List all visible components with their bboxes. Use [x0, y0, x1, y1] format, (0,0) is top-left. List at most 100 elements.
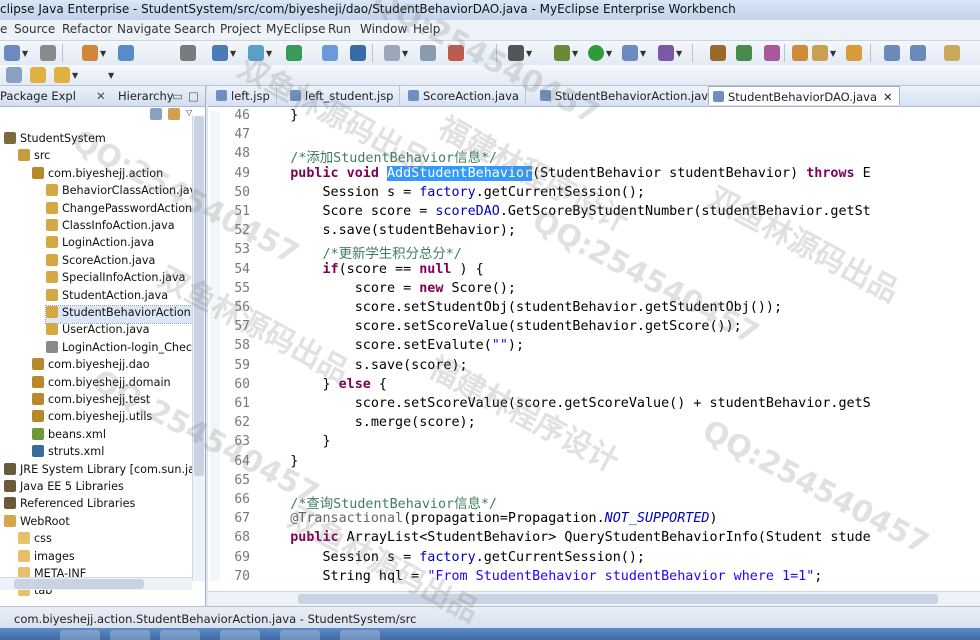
- console-icon[interactable]: [508, 45, 524, 61]
- taskbar-button[interactable]: [340, 630, 380, 640]
- tree-item[interactable]: StudentSystem: [4, 132, 106, 149]
- editor-tab[interactable]: left.jsp: [212, 86, 277, 105]
- code-line[interactable]: }: [258, 434, 330, 449]
- tree-item[interactable]: JRE System Library [com.sun.jav: [4, 462, 202, 480]
- code-line[interactable]: /*添加StudentBehavior信息*/: [258, 146, 497, 166]
- menu-help[interactable]: Help: [413, 22, 440, 36]
- new-server-icon[interactable]: [764, 45, 780, 61]
- new-wizard-icon[interactable]: [82, 45, 98, 61]
- maximize-icon[interactable]: □: [188, 89, 199, 103]
- tab-package-explorer[interactable]: Package Expl: [0, 89, 76, 103]
- tree-item[interactable]: LoginAction-login_Check: [46, 340, 199, 358]
- chevron-down-icon[interactable]: ▼: [100, 49, 106, 58]
- scrollbar[interactable]: [192, 116, 205, 581]
- tree-item[interactable]: com.biyeshejj.utils: [32, 410, 152, 427]
- tree-item[interactable]: LoginAction.java: [46, 236, 154, 253]
- new-icon[interactable]: [4, 45, 20, 61]
- tree-item[interactable]: Java EE 5 Libraries: [4, 480, 124, 497]
- tree-item[interactable]: com.biyeshejj.action: [32, 166, 163, 184]
- chevron-down-icon[interactable]: ▼: [640, 49, 646, 58]
- chevron-down-icon[interactable]: ▼: [526, 49, 532, 58]
- scrollbar-thumb[interactable]: [14, 579, 144, 589]
- chevron-down-icon[interactable]: ▼: [606, 49, 612, 58]
- menu-myeclipse[interactable]: MyEclipse: [266, 22, 326, 36]
- taskbar-button[interactable]: [220, 630, 260, 640]
- chevron-down-icon[interactable]: ▼: [402, 49, 408, 58]
- tree-item[interactable]: src: [18, 149, 50, 166]
- code-line[interactable]: s.save(studentBehavior);: [258, 223, 516, 238]
- code-line[interactable]: public ArrayList<StudentBehavior> QueryS…: [258, 530, 870, 545]
- link-with-editor-icon[interactable]: [168, 108, 180, 120]
- code-line[interactable]: score.setScoreValue(studentBehavior.getS…: [258, 319, 742, 334]
- tree-item[interactable]: UserAction.java: [46, 323, 150, 340]
- chevron-down-icon[interactable]: ▼: [230, 49, 236, 58]
- code-line[interactable]: score.setStudentObj(studentBehavior.getS…: [258, 300, 782, 315]
- tab-hierarchy[interactable]: Hierarchy: [118, 89, 174, 103]
- code-line[interactable]: s.merge(score);: [258, 415, 476, 430]
- bookmark-icon[interactable]: [846, 45, 862, 61]
- code-line[interactable]: Session s = factory.getCurrentSession();: [258, 185, 645, 200]
- server-icon[interactable]: [180, 45, 196, 61]
- browser-icon[interactable]: [286, 45, 302, 61]
- debug-icon[interactable]: [554, 45, 570, 61]
- tree-item[interactable]: struts.xml: [32, 445, 104, 462]
- chevron-down-icon[interactable]: ▼: [22, 49, 28, 58]
- chevron-down-icon[interactable]: ▼: [830, 49, 836, 58]
- tree-item[interactable]: BehaviorClassAction.java: [46, 184, 203, 201]
- code-line[interactable]: Score score = scoreDAO.GetScoreByStudent…: [258, 204, 870, 219]
- last-edit-icon[interactable]: [944, 45, 960, 61]
- tree-item[interactable]: com.biyeshejj.dao: [32, 358, 150, 375]
- external-tools-icon[interactable]: [622, 45, 638, 61]
- editor-tab[interactable]: StudentBehaviorAction.java: [536, 86, 723, 105]
- menu-source[interactable]: Source: [14, 22, 55, 36]
- collapse-all-icon[interactable]: [150, 108, 162, 120]
- code-line[interactable]: } else {: [258, 377, 387, 392]
- editor-tab[interactable]: left_student.jsp: [286, 86, 401, 105]
- save-icon[interactable]: [40, 45, 56, 61]
- code-line[interactable]: score = new Score();: [258, 281, 516, 296]
- deploy-icon[interactable]: [212, 45, 228, 61]
- chevron-down-icon[interactable]: ▼: [676, 49, 682, 58]
- chevron-down-icon[interactable]: ▼: [108, 71, 114, 80]
- back-arrow-icon[interactable]: [30, 67, 46, 83]
- taskbar-button[interactable]: [60, 630, 100, 640]
- code-line[interactable]: @Transactional(propagation=Propagation.N…: [258, 511, 717, 526]
- link-icon[interactable]: [322, 45, 338, 61]
- editor-tab[interactable]: StudentBehaviorDAO.java ✕: [708, 86, 900, 105]
- annotation-next-icon[interactable]: [6, 67, 22, 83]
- tree-item[interactable]: StudentAction.java: [46, 288, 168, 306]
- chevron-down-icon[interactable]: ▼: [572, 49, 578, 58]
- tree-item[interactable]: WebRoot: [4, 514, 70, 532]
- tree-item[interactable]: com.biyeshejj.domain: [32, 375, 171, 393]
- editor-tab[interactable]: ScoreAction.java: [404, 86, 526, 105]
- code-line[interactable]: /*更新学生积分总分*/: [258, 242, 462, 262]
- web-icon[interactable]: [248, 45, 264, 61]
- editor-horizontal-scrollbar[interactable]: [208, 591, 980, 606]
- code-line[interactable]: }: [258, 108, 298, 123]
- code-line[interactable]: Session s = factory.getCurrentSession();: [258, 550, 645, 565]
- menu-refactor[interactable]: Refactor: [62, 22, 112, 36]
- back-icon[interactable]: [884, 45, 900, 61]
- menu-search[interactable]: Search: [174, 22, 215, 36]
- tree-item[interactable]: SpecialInfoAction.java: [46, 271, 186, 288]
- scrollbar-thumb[interactable]: [298, 594, 938, 604]
- new-package-icon[interactable]: [736, 45, 752, 61]
- open-perspective-icon[interactable]: [792, 45, 808, 61]
- forward-arrow-icon[interactable]: [54, 67, 70, 83]
- open-type-icon[interactable]: [118, 45, 134, 61]
- taskbar-button[interactable]: [280, 630, 320, 640]
- pin-icon[interactable]: [812, 45, 828, 61]
- sitemap-icon[interactable]: [420, 45, 436, 61]
- chevron-down-icon[interactable]: ▼: [266, 49, 272, 58]
- chevron-down-icon[interactable]: ▼: [72, 71, 78, 80]
- code-editor[interactable]: left.jsp left_student.jsp ScoreAction.java…: [208, 86, 980, 606]
- menu-project[interactable]: Project: [220, 22, 261, 36]
- tree-item[interactable]: StudentBehaviorAction.ja: [44, 305, 206, 324]
- code-line[interactable]: score.setEvalute("");: [258, 338, 524, 353]
- new-class-icon[interactable]: [710, 45, 726, 61]
- code-line[interactable]: public void AddStudentBehavior(StudentBe…: [258, 165, 871, 181]
- tree-item[interactable]: com.biyeshejj.test: [32, 393, 150, 410]
- minimize-icon[interactable]: ▭: [172, 89, 183, 103]
- horizontal-scrollbar[interactable]: [0, 577, 192, 590]
- forward-icon[interactable]: [910, 45, 926, 61]
